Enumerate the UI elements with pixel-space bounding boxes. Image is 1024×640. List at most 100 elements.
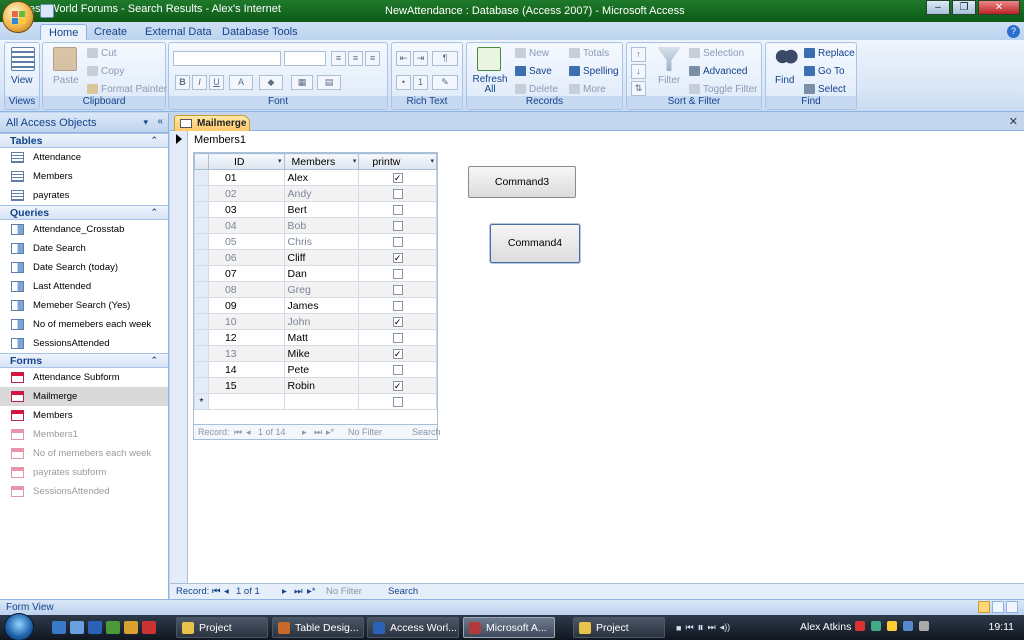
table-row[interactable]: 10 John ✓ [194, 313, 437, 330]
collapse-pane-icon[interactable]: « [157, 116, 163, 127]
printw-checkbox[interactable] [392, 364, 403, 375]
align-left-icon[interactable]: ≡ [331, 51, 346, 66]
select-all-corner[interactable] [194, 153, 209, 170]
table-row[interactable]: 14 Pete [194, 361, 437, 378]
printw-checkbox[interactable] [392, 236, 403, 247]
printw-checkbox[interactable] [392, 220, 403, 231]
next-record-icon[interactable]: ▸ [282, 586, 287, 597]
layout-view-icon[interactable] [992, 601, 1004, 613]
refresh-all-button[interactable]: Refresh All [471, 75, 509, 95]
id-cell[interactable]: 02 [207, 185, 285, 202]
tab-external-data[interactable]: External Data [137, 24, 220, 41]
new-record-icon[interactable]: ▸* [307, 586, 315, 597]
member-cell[interactable]: Bert [283, 201, 360, 218]
selection-button[interactable]: Selection [689, 48, 744, 59]
sort-ascending-icon[interactable]: ↑ [631, 47, 646, 62]
row-selector[interactable] [194, 329, 209, 346]
member-cell[interactable]: Greg [283, 281, 360, 298]
goto-button[interactable]: Go To [804, 66, 845, 77]
id-cell[interactable]: 04 [207, 217, 285, 234]
table-row[interactable]: 13 Mike ✓ [194, 345, 437, 362]
advanced-button[interactable]: Advanced [689, 66, 747, 77]
switch-windows-icon[interactable] [70, 621, 84, 634]
paragraph-icon[interactable]: ¶ [432, 51, 458, 66]
table-row[interactable]: 03 Bert [194, 201, 437, 218]
taskbar-button[interactable]: Access Worl... [367, 617, 459, 638]
taskbar-button[interactable]: Microsoft A... [463, 617, 555, 638]
table-row[interactable]: 08 Greg [194, 281, 437, 298]
no-filter-button[interactable]: No Filter [326, 586, 362, 597]
stop-icon[interactable]: ■ [676, 623, 681, 633]
underline-button[interactable]: U [209, 75, 224, 90]
table-row[interactable]: 09 James [194, 297, 437, 314]
italic-button[interactable]: I [192, 75, 207, 90]
close-document-icon[interactable]: ✕ [1009, 115, 1018, 128]
nav-item[interactable]: Attendance [0, 148, 168, 167]
select-button[interactable]: Select [804, 84, 846, 95]
find-button[interactable]: Find [775, 75, 794, 86]
font-name-box[interactable] [173, 51, 281, 66]
nav-item[interactable]: Memeber Search (Yes) [0, 296, 168, 315]
section-tables[interactable]: Tables ⌃ [0, 133, 168, 148]
new-record-row[interactable]: * [194, 393, 437, 410]
bullets-icon[interactable]: • [396, 75, 411, 90]
row-selector[interactable] [194, 265, 209, 282]
printw-checkbox[interactable]: ✓ [392, 348, 403, 359]
volume-icon[interactable]: ◂)) [720, 622, 731, 633]
row-selector[interactable] [194, 249, 209, 266]
collapse-section-icon[interactable]: ⌃ [150, 207, 158, 218]
nav-item[interactable]: Date Search (today) [0, 258, 168, 277]
new-record-button[interactable]: New [515, 48, 549, 59]
member-cell[interactable]: Pete [283, 361, 360, 378]
member-cell[interactable]: Mike [283, 345, 360, 362]
nav-item[interactable]: Last Attended [0, 277, 168, 296]
cut-button[interactable]: Cut [87, 48, 117, 59]
clock[interactable]: 19:11 [989, 621, 1015, 633]
chevron-down-icon[interactable]: ▾ [353, 157, 357, 165]
align-right-icon[interactable]: ≡ [365, 51, 380, 66]
taskbar-button[interactable]: Project [573, 617, 665, 638]
record-position-field[interactable]: 1 of 14 [258, 427, 286, 437]
previous-track-icon[interactable]: ⏮ [685, 622, 693, 633]
start-button[interactable] [4, 613, 34, 640]
fill-color-icon[interactable]: ◆ [259, 75, 283, 90]
printw-checkbox[interactable]: ✓ [392, 252, 403, 263]
command3-button[interactable]: Command3 [468, 166, 576, 198]
tray-app-icon[interactable] [919, 621, 929, 631]
printw-checkbox[interactable] [392, 396, 403, 407]
more-button[interactable]: More [569, 84, 606, 95]
printw-checkbox[interactable]: ✓ [392, 172, 403, 183]
design-view-icon[interactable] [1006, 601, 1018, 613]
search-field[interactable]: Search [412, 427, 441, 437]
row-selector[interactable] [194, 361, 209, 378]
row-selector[interactable] [194, 185, 209, 202]
show-desktop-icon[interactable] [52, 621, 66, 634]
align-center-icon[interactable]: ≡ [348, 51, 363, 66]
close-button[interactable]: ✕ [978, 0, 1020, 15]
minimize-button[interactable]: – [926, 0, 950, 15]
office-button[interactable]: ​​ ​​ [2, 1, 34, 33]
nav-item[interactable]: No of memebers each week [0, 315, 168, 334]
paste-button[interactable]: Paste [53, 75, 79, 86]
id-cell[interactable]: 08 [207, 281, 285, 298]
chevron-down-icon[interactable]: ▾ [278, 157, 282, 165]
id-cell[interactable] [207, 393, 285, 410]
taskbar-button[interactable]: Table Desig... [272, 617, 364, 638]
next-track-icon[interactable]: ⏭ [708, 622, 716, 633]
member-cell[interactable]: James [283, 297, 360, 314]
pause-icon[interactable]: ⏸ [698, 620, 704, 635]
font-color-button[interactable]: A [229, 75, 253, 90]
internet-explorer-icon[interactable] [88, 621, 102, 634]
chevron-down-icon[interactable]: ▾ [430, 157, 434, 165]
sort-descending-icon[interactable]: ↓ [631, 64, 646, 79]
printw-checkbox[interactable] [392, 204, 403, 215]
column-header-members[interactable]: Members ▾ [283, 153, 360, 170]
next-record-icon[interactable]: ▸ [302, 427, 307, 438]
member-cell[interactable] [283, 393, 360, 410]
previous-record-icon[interactable]: ◂ [224, 586, 229, 597]
id-cell[interactable]: 15 [207, 377, 285, 394]
table-row[interactable]: 06 Cliff ✓ [194, 249, 437, 266]
row-selector[interactable] [194, 313, 209, 330]
table-row[interactable]: 07 Dan [194, 265, 437, 282]
gridlines-icon[interactable]: ▦ [291, 75, 313, 90]
